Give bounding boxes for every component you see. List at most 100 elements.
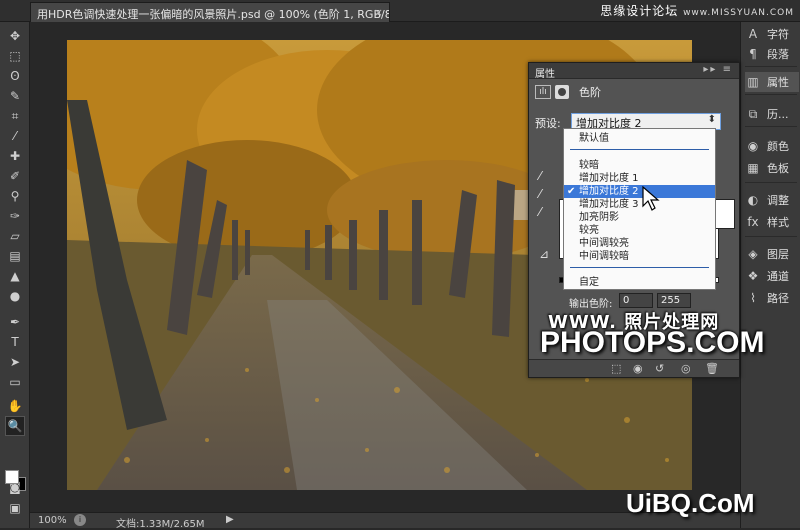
type-icon[interactable]: T [5,332,25,352]
dock-history[interactable]: ⧉ 历... [745,104,799,124]
dock-color[interactable]: ◉ 颜色 [745,136,799,156]
properties-tab[interactable]: 属性 [535,65,555,80]
path-select-icon[interactable]: ➤ [5,352,25,372]
adjustment-type: ılı 色阶 [535,83,601,101]
styles-icon: fx [747,215,759,229]
dock-styles[interactable]: fx 样式 [745,212,799,232]
move-icon[interactable]: ✥ [5,26,25,46]
histogram-edge [715,199,735,229]
dock-paths[interactable]: ⌇ 路径 [745,288,799,308]
preset-option[interactable]: 中间调较暗 [564,250,715,263]
checkmark-icon: ✔ [567,186,576,197]
hand-icon[interactable]: ✋ [5,396,25,416]
info-icon[interactable]: i [74,514,86,526]
preset-option[interactable]: 较暗 [564,159,715,172]
trash-icon[interactable]: 🗑 [705,362,719,375]
dock-divider [745,236,797,237]
dock-character[interactable]: A 字符 [745,24,799,44]
properties-icon: ▥ [747,75,759,89]
lasso-icon[interactable]: ʘ [5,66,25,86]
dodge-icon[interactable]: ● [5,286,25,306]
clip-to-layer-icon[interactable]: ⬚ [611,362,621,375]
history-brush-icon[interactable]: ✑ [5,206,25,226]
close-tab-icon[interactable]: × [374,6,383,19]
preset-option[interactable]: 默认值 [564,132,715,145]
dock-divider [745,94,797,95]
dock-divider [745,66,797,67]
tools-panel: ✥ ⬚ ʘ ✎ ⌗ ⁄ ✚ ✐ ⚲ ✑ ▱ ▤ ▲ ● ✒ T ➤ ▭ ✋ 🔍 … [0,22,30,528]
document-tab-bar: 用HDR色调快速处理一张偏暗的风景照片.psd @ 100% (色阶 1, RG… [0,0,800,22]
foreground-color-swatch[interactable] [5,470,19,484]
preset-dropdown: 默认值 较暗 增加对比度 1 ✔ 增加对比度 2 增加对比度 3 加亮阴影 较亮… [563,128,716,290]
screen-mode-icon[interactable]: ▣ [5,498,25,518]
adjustments-icon: ◐ [747,193,759,207]
gray-point-eyedropper-icon[interactable]: ⁄ [539,187,553,201]
forum-url: www.MISSYUAN.COM [683,8,794,18]
dock-channels[interactable]: ❖ 通道 [745,266,799,286]
document-title: 用HDR色调快速处理一张偏暗的风景照片.psd @ 100% (色阶 1, RG… [37,8,390,21]
properties-header: 属性 ▸▸ ≡ [529,63,739,80]
auto-levels-icon[interactable]: ⊿ [539,247,553,261]
dropdown-divider [570,267,709,268]
output-low-field[interactable]: 0 [619,293,653,308]
preset-option[interactable]: 较亮 [564,224,715,237]
dock-divider [745,182,797,183]
preset-option-selected[interactable]: ✔ 增加对比度 2 [564,185,715,198]
color-icon: ◉ [747,139,759,153]
levels-icon[interactable]: ılı [535,85,551,99]
reset-icon[interactable]: ↺ [655,362,664,375]
forum-watermark: 思缘设计论坛 www.MISSYUAN.COM [600,2,794,19]
zoom-level[interactable]: 100% [38,515,67,526]
paragraph-icon: ¶ [749,47,757,61]
character-icon: A [748,27,758,41]
panel-dock: A 字符 ¶ 段落 ▥ 属性 ⧉ 历... ◉ 颜色 ▦ 色板 ◐ 调整 fx 样式 ◈ 图层 ❖… [740,22,800,528]
mouse-pointer-icon [642,186,660,211]
healing-icon[interactable]: ✚ [5,146,25,166]
paths-icon: ⌇ [750,291,756,305]
black-point-eyedropper-icon[interactable]: ⁄ [539,169,553,183]
output-high-field[interactable]: 255 [657,293,691,308]
preset-option[interactable]: 加亮阴影 [564,211,715,224]
dock-swatches[interactable]: ▦ 色板 [745,158,799,178]
chevron-down-icon: ⬍ [707,114,716,125]
layers-icon: ◈ [748,247,758,261]
dock-divider [745,126,797,127]
dock-paragraph[interactable]: ¶ 段落 [745,44,799,64]
panel-title: 色阶 [579,86,601,99]
mask-icon[interactable] [555,85,569,99]
channels-icon: ❖ [747,269,759,283]
eraser-icon[interactable]: ▱ [5,226,25,246]
blur-icon[interactable]: ▲ [5,266,25,286]
document-tab[interactable]: 用HDR色调快速处理一张偏暗的风景照片.psd @ 100% (色阶 1, RG… [30,2,390,22]
gradient-icon[interactable]: ▤ [5,246,25,266]
forum-name: 思缘设计论坛 [600,4,679,18]
dropdown-divider [570,149,709,150]
clone-stamp-icon[interactable]: ⚲ [5,186,25,206]
dock-layers[interactable]: ◈ 图层 [745,244,799,264]
preset-option[interactable]: 自定 [564,276,715,289]
preset-option[interactable]: 中间调较亮 [564,237,715,250]
visibility-eye-icon[interactable]: ◎ [681,362,691,375]
swatches-icon: ▦ [747,161,759,175]
properties-footer: ⬚ ◉ ↺ ◎ 🗑 [529,359,739,377]
shape-icon[interactable]: ▭ [5,372,25,392]
watermark-bottom: UiBQ.CoM [626,488,755,518]
white-point-eyedropper-icon[interactable]: ⁄ [539,205,553,219]
quick-select-icon[interactable]: ✎ [5,86,25,106]
status-menu-arrow-icon[interactable]: ▶ [226,514,234,525]
eyedropper-icon[interactable]: ⁄ [5,126,25,146]
crop-icon[interactable]: ⌗ [5,106,25,126]
watermark-line2: PHOTOPS.COM [540,326,765,359]
history-icon: ⧉ [748,106,758,121]
dock-properties[interactable]: ▥ 属性 [745,72,799,92]
panel-menu-icon[interactable]: ▸▸ ≡ [703,64,733,75]
brush-icon[interactable]: ✐ [5,166,25,186]
view-previous-icon[interactable]: ◉ [633,362,643,375]
zoom-icon[interactable]: 🔍 [5,416,25,436]
preset-option[interactable]: 增加对比度 1 [564,172,715,185]
preset-option[interactable]: 增加对比度 3 [564,198,715,211]
pen-icon[interactable]: ✒ [5,312,25,332]
preset-label: 预设: [535,117,561,130]
marquee-icon[interactable]: ⬚ [5,46,25,66]
dock-adjustments[interactable]: ◐ 调整 [745,190,799,210]
